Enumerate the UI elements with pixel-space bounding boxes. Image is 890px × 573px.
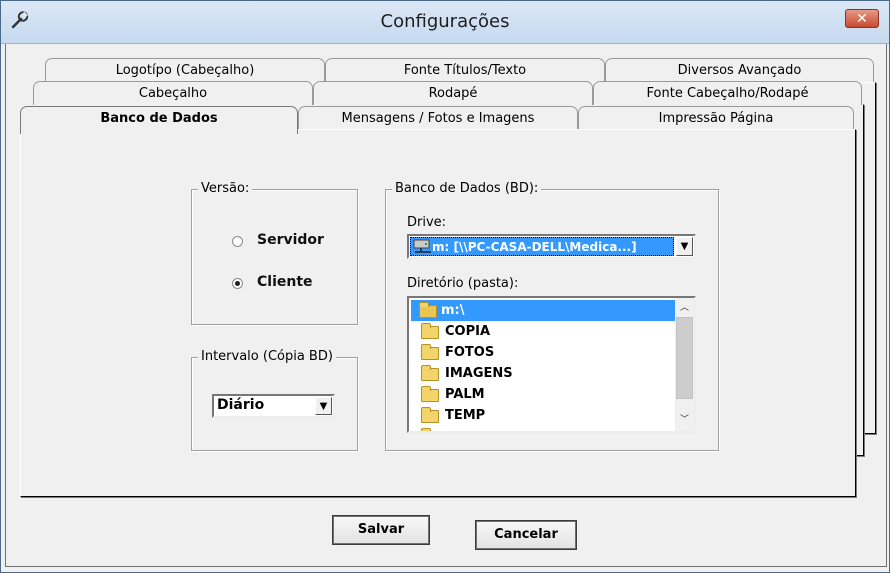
list-item[interactable]: FOTOS xyxy=(411,342,675,363)
intervalo-legend: Intervalo (Cópia BD) xyxy=(198,349,336,364)
drive-label: Drive: xyxy=(407,215,447,230)
cliente-radio[interactable] xyxy=(232,278,243,289)
tab-fonte-cabecalho-rodape[interactable]: Fonte Cabeçalho/Rodapé xyxy=(593,81,862,105)
save-button[interactable]: Salvar xyxy=(332,515,430,545)
versao-legend: Versão: xyxy=(198,181,253,196)
folder-icon xyxy=(421,365,439,381)
client-area: Logotípo (Cabeçalho) Fonte Títulos/Texto… xyxy=(1,44,889,572)
servidor-label[interactable]: Servidor xyxy=(257,232,324,248)
scrollbar-thumb[interactable] xyxy=(676,317,693,399)
chevron-down-icon[interactable]: ▼ xyxy=(676,237,693,256)
drive-value: m: [\\PC-CASA-DELL\Medica...] xyxy=(432,240,637,254)
close-button[interactable]: ✕ xyxy=(845,9,879,28)
servidor-radio[interactable] xyxy=(232,236,243,247)
scroll-down-icon[interactable]: ﹀ xyxy=(675,412,694,429)
versao-group: Versão: Servidor Cliente xyxy=(191,181,358,325)
intervalo-select[interactable]: Diário ▼ xyxy=(212,394,335,418)
configuracoes-window: Configurações ✕ Logotípo (Cabeçalho) Fon… xyxy=(0,0,890,573)
tab-cabecalho[interactable]: Cabeçalho xyxy=(33,81,313,105)
folder-icon xyxy=(421,344,439,360)
tab-mensagens-fotos[interactable]: Mensagens / Fotos e Imagens xyxy=(298,106,578,130)
folder-icon xyxy=(421,407,439,423)
cancel-button[interactable]: Cancelar xyxy=(475,520,577,550)
list-item-partial xyxy=(411,426,675,431)
banco-dados-group: Banco de Dados (BD): Drive: m: [\\PC-CAS… xyxy=(385,181,719,451)
tab-logotipo[interactable]: Logotípo (Cabeçalho) xyxy=(45,58,325,82)
folder-icon xyxy=(421,428,431,431)
folder-icon xyxy=(419,302,437,318)
list-item[interactable]: COPIA xyxy=(411,321,675,342)
close-icon: ✕ xyxy=(856,11,868,27)
list-item[interactable]: TEMP xyxy=(411,405,675,426)
intervalo-group: Intervalo (Cópia BD) Diário ▼ xyxy=(191,349,358,451)
diretorio-label: Diretório (pasta): xyxy=(407,276,519,291)
chevron-down-icon[interactable]: ▼ xyxy=(315,397,332,415)
drive-selected-bg: m: [\\PC-CASA-DELL\Medica...] xyxy=(410,237,674,256)
list-item[interactable]: PALM xyxy=(411,384,675,405)
drive-select[interactable]: m: [\\PC-CASA-DELL\Medica...] ▼ xyxy=(407,234,696,259)
intervalo-value: Diário xyxy=(217,397,265,413)
folder-icon xyxy=(421,323,439,339)
diretorio-list[interactable]: m:\ COPIA FOTOS IMAGENS PALM TEMP ︿ ﹀ xyxy=(407,296,696,433)
network-drive-icon xyxy=(413,239,433,259)
tab-fonte-titulos[interactable]: Fonte Títulos/Texto xyxy=(325,58,605,82)
tab-diversos[interactable]: Diversos Avançado xyxy=(605,58,874,82)
scroll-up-icon[interactable]: ︿ xyxy=(675,300,694,317)
tab-rodape[interactable]: Rodapé xyxy=(313,81,593,105)
folder-icon xyxy=(421,386,439,402)
list-item[interactable]: m:\ xyxy=(411,300,675,321)
banco-legend: Banco de Dados (BD): xyxy=(392,181,542,196)
window-title: Configurações xyxy=(380,11,510,32)
title-bar[interactable]: Configurações ✕ xyxy=(1,1,889,44)
cliente-label[interactable]: Cliente xyxy=(257,274,313,290)
tab-panel-banco-de-dados: Versão: Servidor Cliente Intervalo (Cópi… xyxy=(20,129,856,497)
tab-banco-de-dados[interactable]: Banco de Dados xyxy=(20,106,298,134)
tab-impressao-pagina[interactable]: Impressão Página xyxy=(578,106,854,130)
list-item[interactable]: IMAGENS xyxy=(411,363,675,384)
diretorio-scrollbar[interactable]: ︿ ﹀ xyxy=(675,298,694,431)
